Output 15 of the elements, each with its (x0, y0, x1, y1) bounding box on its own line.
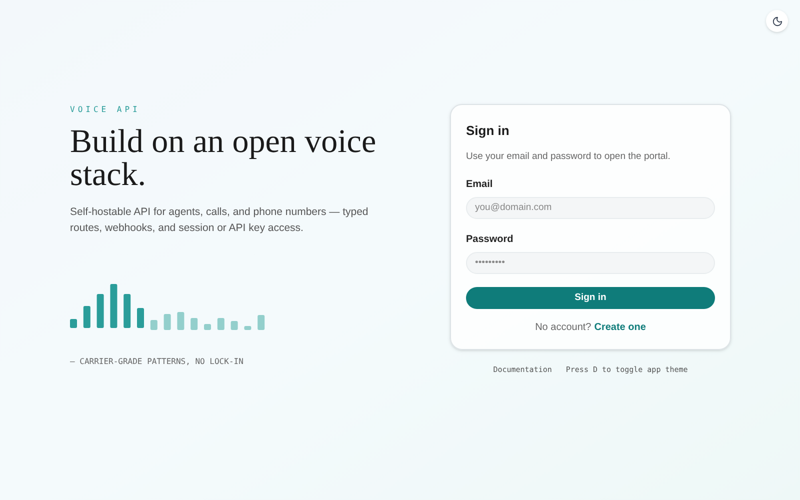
signup-prompt: No account? (535, 320, 592, 335)
eyebrow-label: VOICE API (70, 104, 142, 116)
create-account-link[interactable]: Create one (594, 320, 646, 335)
card-description: Use your email and password to open the portal. (466, 150, 672, 164)
moon-icon (772, 16, 782, 26)
hero-title: Build on an open voice stack. (70, 126, 378, 192)
input-field[interactable]: ••••••••• (466, 252, 715, 274)
field-label: Email (466, 178, 494, 192)
hero-subtitle: Self-hostable API for agents, calls, and phone numbers — typed routes, webhooks, and session or API key access. (70, 205, 370, 236)
field-label: Password (466, 232, 514, 247)
tagline: — CARRIER-GRADE PATTERNS, NO LOCK-IN (70, 356, 244, 368)
input-field[interactable]: you@domain.com (466, 196, 715, 219)
sign-in-button[interactable]: Sign in (466, 286, 715, 309)
theme-toggle-button[interactable] (766, 10, 788, 32)
card-title: Sign in (466, 122, 510, 140)
